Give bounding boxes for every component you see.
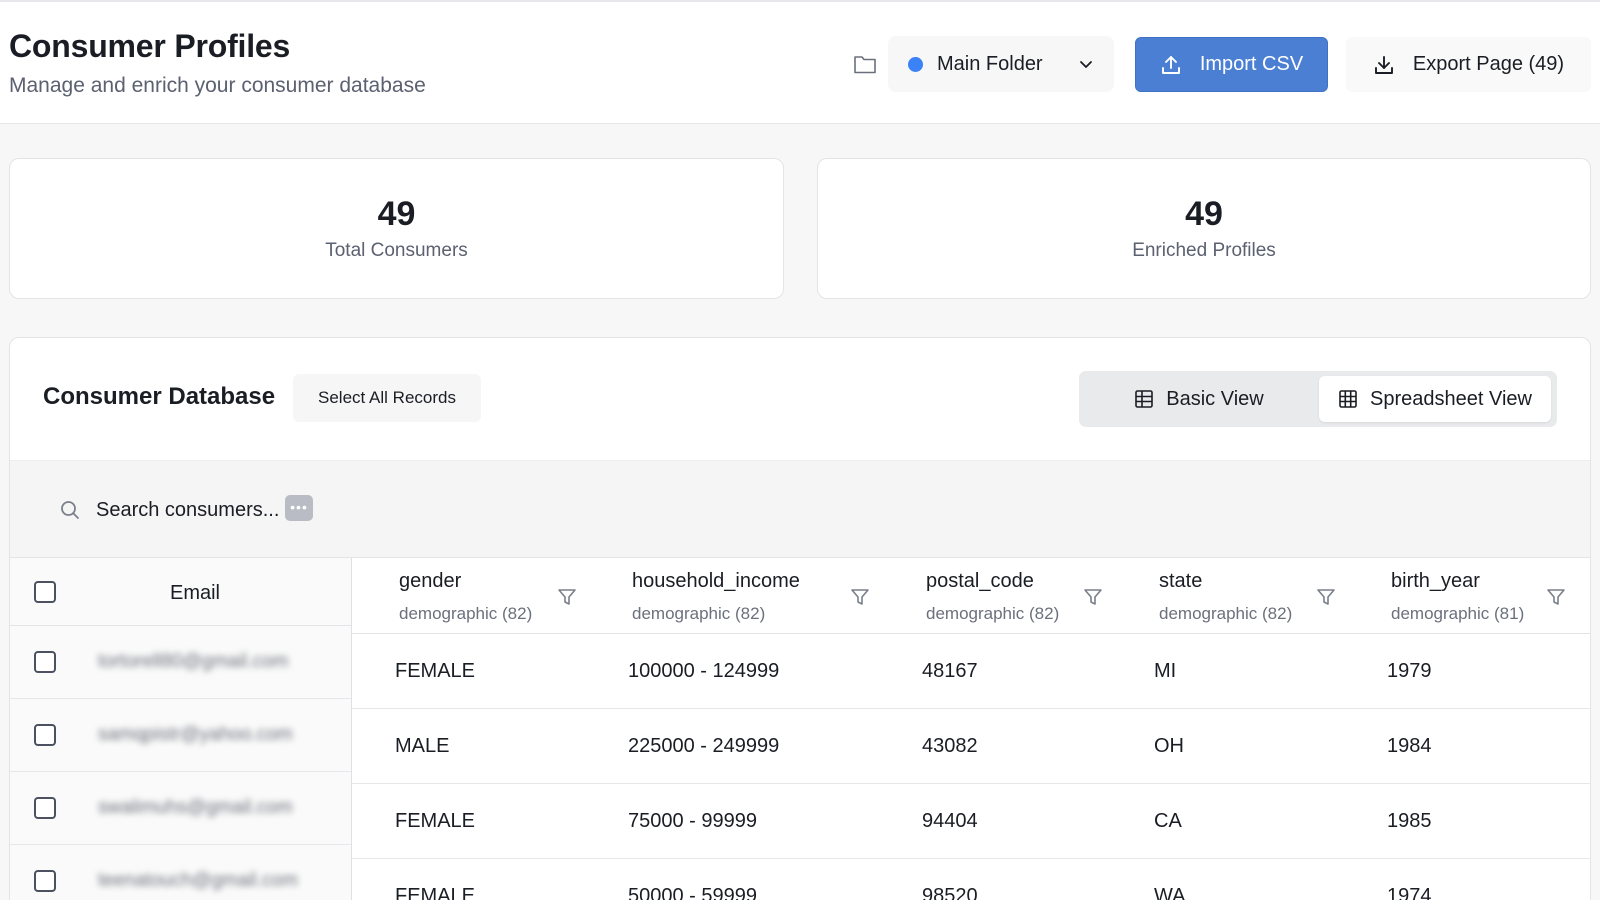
grid-icon: [1339, 390, 1357, 408]
email-header: Email: [10, 558, 351, 626]
row-checkbox[interactable]: [34, 724, 56, 746]
email-cell: tortorell80@gmail.com: [98, 651, 289, 672]
consumer-database-panel: Consumer Database Select All Records Bas…: [9, 337, 1591, 900]
table-row: teenatouch@gmail.com: [10, 845, 351, 900]
database-title: Consumer Database: [43, 383, 276, 410]
table-row: FEMALE 100000 - 124999 48167 MI 1979: [352, 634, 1590, 709]
folder-icon: [854, 56, 876, 74]
gender-cell[interactable]: FEMALE: [395, 885, 475, 900]
email-cell: swalimuhs@gmail.com: [98, 797, 293, 818]
filter-icon[interactable]: [850, 587, 870, 607]
email-cell: samqpistr@yahoo.com: [98, 724, 293, 745]
gender-cell[interactable]: MALE: [395, 735, 449, 758]
column-subtitle: demographic (82): [926, 604, 1060, 623]
gender-cell[interactable]: FEMALE: [395, 660, 475, 683]
household-income-cell[interactable]: 225000 - 249999: [628, 735, 779, 758]
column-name: birth_year: [1391, 570, 1480, 592]
basic-view-button[interactable]: Basic View: [1084, 376, 1314, 422]
search-icon: [61, 501, 79, 519]
column-name: household_income: [632, 570, 800, 592]
stat-label: Total Consumers: [325, 240, 468, 261]
data-columns: gender demographic (82) household_income…: [352, 558, 1590, 900]
postal-code-cell[interactable]: 94404: [922, 810, 978, 833]
column-subtitle: demographic (82): [399, 604, 533, 623]
table-row: samqpistr@yahoo.com: [10, 699, 351, 772]
filter-icon[interactable]: [1546, 587, 1566, 607]
page-subtitle: Manage and enrich your consumer database: [9, 74, 426, 97]
state-cell[interactable]: OH: [1154, 735, 1184, 758]
stat-value: 49: [377, 195, 416, 233]
spreadsheet-view-button[interactable]: Spreadsheet View: [1319, 376, 1551, 422]
import-csv-label: Import CSV: [1199, 53, 1304, 75]
filter-icon[interactable]: [1083, 587, 1103, 607]
table-row: MALE 225000 - 249999 43082 OH 1984: [352, 709, 1590, 784]
column-headers: gender demographic (82) household_income…: [352, 558, 1590, 634]
state-cell[interactable]: CA: [1154, 810, 1182, 833]
download-icon: [1374, 55, 1393, 74]
more-dots-icon[interactable]: •••: [285, 495, 313, 521]
birth-year-cell[interactable]: 1985: [1387, 810, 1432, 833]
column-subtitle: demographic (82): [1159, 604, 1293, 623]
folder-color-dot: [908, 56, 923, 72]
email-column: Email tortorell80@gmail.com samqpistr@ya…: [10, 558, 352, 900]
folder-dropdown-label: Main Folder: [937, 52, 1043, 75]
household-income-cell[interactable]: 100000 - 124999: [628, 660, 779, 683]
email-header-label: Email: [169, 582, 220, 604]
column-subtitle: demographic (82): [632, 604, 766, 623]
state-cell[interactable]: MI: [1154, 660, 1176, 683]
postal-code-cell[interactable]: 43082: [922, 735, 978, 758]
table-row: FEMALE 50000 - 59999 98520 WA 1974: [352, 859, 1590, 900]
export-page-label: Export Page (49): [1412, 53, 1565, 75]
column-name: state: [1159, 570, 1203, 592]
folder-dropdown[interactable]: Main Folder: [888, 36, 1114, 92]
spreadsheet-view-label: Spreadsheet View: [1370, 387, 1532, 410]
select-all-checkbox[interactable]: [34, 581, 56, 603]
row-checkbox[interactable]: [34, 651, 56, 673]
row-checkbox[interactable]: [34, 797, 56, 819]
stat-label: Enriched Profiles: [1132, 240, 1276, 261]
view-toggle: Basic View Spreadsheet View: [1079, 371, 1557, 427]
import-csv-button[interactable]: Import CSV: [1135, 37, 1328, 92]
select-all-records-button[interactable]: Select All Records: [293, 374, 481, 422]
household-income-cell[interactable]: 50000 - 59999: [628, 885, 757, 900]
birth-year-cell[interactable]: 1984: [1387, 735, 1432, 758]
table-row: FEMALE 75000 - 99999 94404 CA 1985: [352, 784, 1590, 859]
stat-value: 49: [1185, 195, 1223, 233]
page-header: Consumer Profiles Manage and enrich your…: [0, 0, 1600, 124]
stat-card-total-consumers: 49 Total Consumers: [9, 158, 784, 299]
search-bar: •••: [10, 460, 1590, 558]
email-cell: teenatouch@gmail.com: [98, 870, 298, 891]
export-page-button[interactable]: Export Page (49): [1346, 37, 1591, 92]
column-name: postal_code: [926, 570, 1034, 592]
basic-view-label: Basic View: [1166, 387, 1264, 410]
gender-cell[interactable]: FEMALE: [395, 810, 475, 833]
table-row: swalimuhs@gmail.com: [10, 772, 351, 845]
page-title: Consumer Profiles: [9, 28, 291, 64]
stat-card-enriched-profiles: 49 Enriched Profiles: [817, 158, 1591, 299]
filter-icon[interactable]: [557, 587, 577, 607]
filter-icon[interactable]: [1316, 587, 1336, 607]
household-income-cell[interactable]: 75000 - 99999: [628, 810, 757, 833]
postal-code-cell[interactable]: 98520: [922, 885, 978, 900]
birth-year-cell[interactable]: 1979: [1387, 660, 1432, 683]
chevron-down-icon: [1080, 61, 1092, 68]
row-checkbox[interactable]: [34, 870, 56, 892]
postal-code-cell[interactable]: 48167: [922, 660, 978, 683]
table-row: tortorell80@gmail.com: [10, 626, 351, 699]
table-icon: [1135, 390, 1154, 408]
state-cell[interactable]: WA: [1154, 885, 1185, 900]
column-subtitle: demographic (81): [1391, 604, 1525, 623]
birth-year-cell[interactable]: 1974: [1387, 885, 1432, 900]
upload-icon: [1161, 55, 1180, 74]
column-name: gender: [399, 570, 462, 592]
